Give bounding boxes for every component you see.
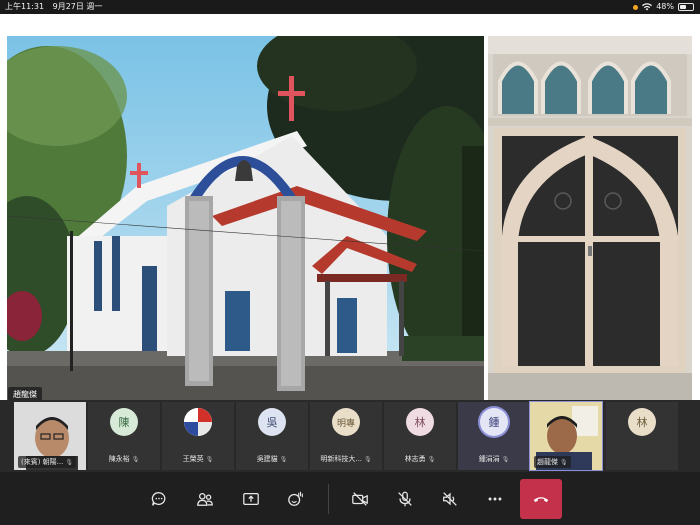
participant-name: 趙龍傑 bbox=[537, 458, 558, 466]
participant-tile[interactable]: (來賓) 朝陽... 🎙 bbox=[14, 402, 86, 470]
participants-strip: (來賓) 朝陽... 🎙 陳 陳永裕 🎙 王榮英 🎙 吳 吳建貓 🎙 明專 明新… bbox=[0, 400, 700, 472]
participant-avatar: 吳 bbox=[258, 408, 286, 436]
participant-name: 鍾涓涓 bbox=[478, 455, 500, 463]
mic-muted-icon: 🎙 bbox=[131, 456, 140, 463]
mic-muted-icon: 🎙 bbox=[501, 456, 510, 463]
reactions-icon bbox=[288, 491, 303, 506]
participant-avatar bbox=[184, 408, 212, 436]
participant-avatar: 林 bbox=[628, 408, 656, 436]
camera-off-icon bbox=[352, 492, 368, 506]
door-photo-image bbox=[488, 36, 692, 408]
door-photo bbox=[488, 36, 692, 408]
participant-avatar: 明專 bbox=[332, 408, 360, 436]
shared-content-area: 趙龍傑 bbox=[0, 14, 700, 408]
participant-tile[interactable]: 明專 明新科技大... 🎙 bbox=[310, 402, 382, 470]
participants-icon bbox=[197, 492, 213, 506]
participant-name: 吳建貓 bbox=[256, 455, 278, 463]
controls-divider bbox=[328, 484, 329, 514]
status-time: 上午11:31 bbox=[5, 2, 45, 11]
meeting-controls bbox=[0, 472, 700, 525]
participant-tile[interactable]: 吳 吳建貓 🎙 bbox=[236, 402, 308, 470]
mic-toggle-button[interactable] bbox=[392, 486, 418, 512]
teams-meeting-window: 上午11:31 9月27日 週一 48% 趙龍傑 (來賓) 朝陽... 🎙 陳 … bbox=[0, 0, 700, 525]
participants-button[interactable] bbox=[192, 486, 218, 512]
recording-indicator-icon bbox=[633, 4, 639, 10]
participant-name: 王榮英 bbox=[182, 455, 204, 463]
participant-tile[interactable]: 林 林志勇 🎙 bbox=[384, 402, 456, 470]
hang-up-button[interactable] bbox=[520, 479, 562, 519]
mic-muted-icon: 🎙 bbox=[205, 456, 214, 463]
status-bar: 上午11:31 9月27日 週一 48% bbox=[0, 0, 700, 14]
mic-muted-icon: 🎙 bbox=[427, 456, 436, 463]
status-date: 9月27日 週一 bbox=[52, 2, 103, 11]
hang-up-icon bbox=[533, 497, 549, 503]
share-screen-icon bbox=[243, 492, 259, 506]
speaker-toggle-button[interactable] bbox=[437, 486, 463, 512]
reactions-button[interactable] bbox=[283, 486, 309, 512]
chat-icon bbox=[151, 492, 166, 506]
camera-toggle-button[interactable] bbox=[347, 486, 373, 512]
chat-button[interactable] bbox=[146, 486, 172, 512]
mic-muted-icon: 🎙 bbox=[364, 456, 372, 463]
participant-avatar: 鍾 bbox=[480, 408, 508, 436]
mic-muted-icon: 🎙 bbox=[279, 456, 288, 463]
mic-off-icon bbox=[398, 491, 412, 507]
participant-avatar: 林 bbox=[406, 408, 434, 436]
participant-tile[interactable]: 王榮英 🎙 bbox=[162, 402, 234, 470]
church-photo-image bbox=[7, 36, 484, 408]
participant-name: 林志勇 bbox=[404, 455, 426, 463]
mic-muted-icon: 🎙 bbox=[560, 459, 568, 466]
flag-avatar-image bbox=[184, 408, 212, 436]
more-options-button[interactable] bbox=[482, 486, 508, 512]
battery-icon bbox=[678, 3, 694, 11]
participant-avatar: 陳 bbox=[110, 408, 138, 436]
participant-tile[interactable]: 趙龍傑 🎙 bbox=[529, 401, 603, 471]
more-icon bbox=[488, 497, 502, 501]
participant-name: 陳永裕 bbox=[108, 455, 130, 463]
wifi-icon bbox=[642, 3, 653, 11]
participant-tile-speaking[interactable]: 鍾 鍾涓涓 🎙 bbox=[458, 402, 530, 470]
church-photo bbox=[7, 36, 484, 408]
participant-name: 明新科技大... bbox=[320, 455, 363, 463]
speaker-off-icon bbox=[443, 492, 457, 506]
battery-percent: 48% bbox=[656, 2, 674, 11]
participant-tile[interactable]: 林 bbox=[606, 402, 678, 470]
participant-name: (來賓) 朝陽... bbox=[21, 458, 64, 466]
share-screen-button[interactable] bbox=[238, 486, 264, 512]
participant-tile[interactable]: 陳 陳永裕 🎙 bbox=[88, 402, 160, 470]
mic-muted-icon: 🎙 bbox=[65, 459, 73, 466]
